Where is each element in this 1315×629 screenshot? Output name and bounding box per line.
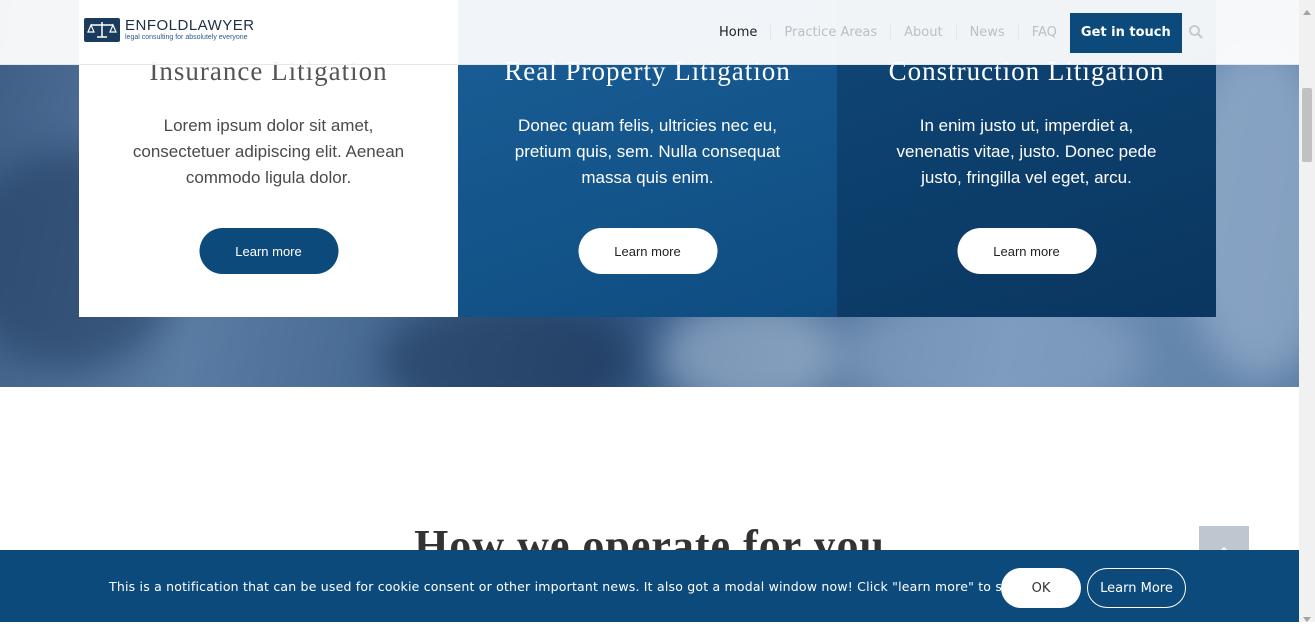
get-in-touch-button[interactable]: Get in touch	[1069, 12, 1182, 53]
nav-item-practice-areas[interactable]: Practice Areas	[770, 24, 890, 41]
cookie-ok-button[interactable]: OK	[1001, 568, 1081, 608]
page: Insurance Litigation Lorem ipsum dolor s…	[0, 0, 1299, 622]
scroll-down-arrow-icon[interactable]	[1302, 611, 1312, 622]
scrollbar-thumb[interactable]	[1302, 88, 1312, 162]
cookie-bar: This is a notification that can be used …	[0, 550, 1299, 622]
nav-item-news[interactable]: News	[955, 24, 1018, 41]
site-logo[interactable]: ENFOLDLAWYER legal consulting for absolu…	[84, 18, 458, 64]
main-nav: Home Practice Areas About News FAQ Get i…	[706, 0, 1182, 65]
learn-more-button[interactable]: Learn more	[199, 228, 338, 274]
scales-icon	[84, 18, 120, 42]
nav-item-faq[interactable]: FAQ	[1017, 24, 1070, 41]
nav-item-home[interactable]: Home	[706, 25, 770, 41]
nav-item-about[interactable]: About	[890, 24, 955, 41]
logo-tagline: legal consulting for absolutely everyone	[125, 34, 248, 41]
search-icon[interactable]	[1188, 24, 1204, 40]
card-text: Donec quam felis, ultricies nec eu, pret…	[514, 116, 781, 187]
cookie-learn-more-button[interactable]: Learn More	[1087, 568, 1186, 608]
scroll-up-arrow-icon[interactable]	[1302, 3, 1312, 15]
learn-more-button[interactable]: Learn more	[957, 228, 1096, 274]
card-text: Lorem ipsum dolor sit amet, consectetuer…	[132, 116, 405, 187]
card-text: In enim justo ut, imperdiet a, venenatis…	[896, 116, 1157, 187]
site-header: ENFOLDLAWYER legal consulting for absolu…	[0, 0, 1299, 65]
learn-more-button[interactable]: Learn more	[578, 228, 717, 274]
cookie-message: This is a notification that can be used …	[109, 579, 1036, 594]
logo-name: ENFOLDLAWYER	[125, 17, 255, 34]
